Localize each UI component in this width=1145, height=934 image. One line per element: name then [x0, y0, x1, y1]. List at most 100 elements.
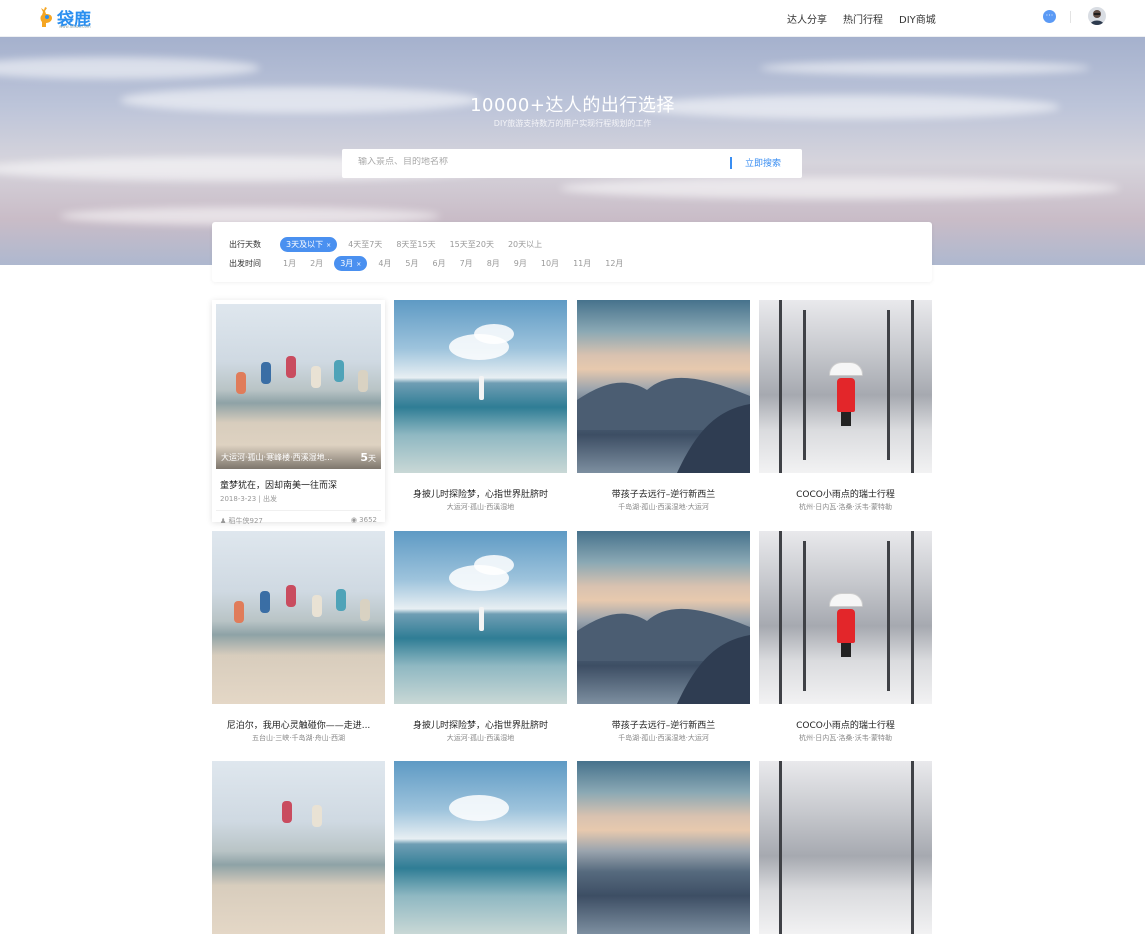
- filter-row-month: 出发时间 1月 2月 3月 × 4月 5月 6月 7月 8月 9月 10月 11月…: [229, 256, 637, 271]
- days-number: 5: [360, 451, 368, 464]
- filter-option-label: 3月: [340, 259, 354, 268]
- cloud-decoration: [560, 177, 1120, 199]
- photo-umbrella: [828, 593, 863, 608]
- trip-title: 带孩子去远行–逆行新西兰: [611, 721, 716, 731]
- filter-option-days[interactable]: 8天至15天: [396, 239, 435, 250]
- trip-card[interactable]: 带孩子去远行–逆行新西兰 千岛湖·孤山·西溪湿地·大运河: [577, 300, 750, 512]
- photo-tree: [779, 531, 782, 704]
- nav-item-expert-share[interactable]: 达人分享: [787, 11, 827, 26]
- user-icon: ♟: [220, 517, 229, 525]
- trip-card[interactable]: 尼泊尔，我用心灵触碰你——走进... 五台山·三峡·千岛湖·舟山·西湖: [212, 531, 385, 743]
- search-button[interactable]: 立即搜索: [745, 156, 781, 169]
- photo-figure: [234, 601, 244, 623]
- filter-row-days: 出行天数 3天及以下 × 4天至7天 8天至15天 15天至20天 20天以上: [229, 237, 556, 252]
- trip-views: ◉ 3652: [351, 516, 377, 526]
- trip-title: COCO小雨点的瑞士行程: [796, 490, 895, 500]
- photo-figure: [312, 805, 322, 827]
- filter-option-month-selected[interactable]: 3月 ×: [334, 256, 368, 271]
- overlay-route: 大运河·孤山·寒峰楼·西溪湿地...: [221, 453, 333, 462]
- trip-card[interactable]: 身披儿时探险梦，心指世界肚脐时 大运河·孤山·西溪湿地: [394, 531, 567, 743]
- search-input[interactable]: [358, 157, 718, 167]
- photo-figure: [312, 595, 322, 617]
- trip-card[interactable]: COCO小雨点的瑞士行程 杭州·日内瓦·洛桑·沃韦·蒙特勒: [759, 300, 932, 512]
- filter-option-days[interactable]: 15天至20天: [450, 239, 494, 250]
- trip-image-mountain: [577, 300, 750, 473]
- trip-route: 大运河·孤山·西溪湿地: [446, 503, 515, 511]
- photo-umbrella: [828, 362, 863, 377]
- view-count: 3652: [359, 516, 377, 524]
- photo-figure: [358, 370, 368, 392]
- filter-option-month[interactable]: 4月: [378, 258, 391, 269]
- filter-label-days: 出行天数: [229, 240, 261, 249]
- deer-logo-icon: [40, 7, 52, 27]
- photo-figure: [261, 362, 271, 384]
- nav-item-hot-trips[interactable]: 热门行程: [843, 11, 883, 26]
- trip-card-featured[interactable]: 大运河·孤山·寒峰楼·西溪湿地... 5天 童梦犹在，因却南美一往而深 2018…: [212, 300, 385, 525]
- trip-card[interactable]: [759, 761, 932, 934]
- chat-bubble-icon[interactable]: ···: [1043, 10, 1056, 23]
- photo-tree: [887, 310, 890, 460]
- trip-title: 身披儿时探险梦，心指世界肚脐时: [412, 721, 548, 731]
- photo-tree: [911, 531, 914, 704]
- logo-subtext: www.daiuu.com: [59, 24, 91, 29]
- trip-route: 杭州·日内瓦·洛桑·沃韦·蒙特勒: [799, 734, 892, 742]
- mountain-shape: [577, 377, 750, 473]
- image-overlay: 大运河·孤山·寒峰楼·西溪湿地... 5天: [216, 445, 381, 469]
- clear-icon[interactable]: ×: [356, 261, 361, 268]
- search-box: 立即搜索: [342, 149, 802, 178]
- trip-route: 千岛湖·孤山·西溪湿地·大运河: [618, 734, 709, 742]
- trip-card[interactable]: [577, 761, 750, 934]
- filter-option-days-selected[interactable]: 3天及以下 ×: [280, 237, 338, 252]
- avatar[interactable]: [1088, 7, 1106, 25]
- cloud-decoration: [760, 61, 1090, 75]
- eye-icon: ◉: [350, 516, 360, 524]
- trip-card[interactable]: COCO小雨点的瑞士行程 杭州·日内瓦·洛桑·沃韦·蒙特勒: [759, 531, 932, 743]
- trip-image-beach: [212, 761, 385, 934]
- photo-figure-legs: [840, 412, 851, 427]
- photo-cloud: [474, 324, 514, 344]
- nav-item-diy-mall[interactable]: DIY商城: [899, 11, 936, 26]
- header-divider: [1070, 11, 1071, 23]
- filter-option-month[interactable]: 8月: [487, 258, 500, 269]
- trip-title: 身披儿时探险梦，心指世界肚脐时: [412, 490, 548, 500]
- trip-image-sea: [394, 761, 567, 934]
- card-divider: [216, 510, 381, 511]
- trip-image-snow: [759, 761, 932, 934]
- trip-image-sea: [394, 300, 567, 473]
- filter-option-month[interactable]: 10月: [541, 258, 559, 269]
- photo-figure: [260, 591, 270, 613]
- trip-author: ♟ 稻牛侠927: [220, 516, 263, 526]
- photo-tree: [803, 541, 806, 691]
- search-divider: [730, 157, 732, 169]
- filter-option-month[interactable]: 1月: [283, 258, 296, 269]
- trip-image-snow: [759, 300, 932, 473]
- filter-option-month[interactable]: 12月: [605, 258, 623, 269]
- author-name: 稻牛侠927: [228, 517, 263, 525]
- cloud-decoration: [0, 57, 260, 79]
- photo-figure: [334, 360, 344, 382]
- trip-image-mountain: [577, 531, 750, 704]
- trip-route: 杭州·日内瓦·洛桑·沃韦·蒙特勒: [799, 503, 892, 511]
- photo-tree: [911, 300, 914, 473]
- filter-option-month[interactable]: 2月: [310, 258, 323, 269]
- filter-option-month[interactable]: 11月: [573, 258, 591, 269]
- trip-title: 尼泊尔，我用心灵触碰你——走进...: [226, 721, 371, 731]
- filter-label-month: 出发时间: [229, 259, 261, 268]
- filter-option-month[interactable]: 5月: [405, 258, 418, 269]
- trip-card[interactable]: 带孩子去远行–逆行新西兰 千岛湖·孤山·西溪湿地·大运河: [577, 531, 750, 743]
- filter-option-days[interactable]: 4天至7天: [348, 239, 382, 250]
- photo-tree: [779, 300, 782, 473]
- photo-cloud: [474, 555, 514, 575]
- trip-image-mountain: [577, 761, 750, 934]
- filter-option-month[interactable]: 6月: [433, 258, 446, 269]
- trip-card[interactable]: [212, 761, 385, 934]
- logo[interactable]: 袋鹿 www.daiuu.com: [38, 4, 91, 30]
- filter-option-month[interactable]: 9月: [514, 258, 527, 269]
- trip-image-sea: [394, 531, 567, 704]
- clear-icon[interactable]: ×: [326, 242, 331, 249]
- trip-card[interactable]: 身披儿时探险梦，心指世界肚脐时 大运河·孤山·西溪湿地: [394, 300, 567, 512]
- filter-option-days[interactable]: 20天以上: [508, 239, 542, 250]
- trip-card[interactable]: [394, 761, 567, 934]
- filter-option-month[interactable]: 7月: [460, 258, 473, 269]
- photo-cloud: [449, 795, 509, 821]
